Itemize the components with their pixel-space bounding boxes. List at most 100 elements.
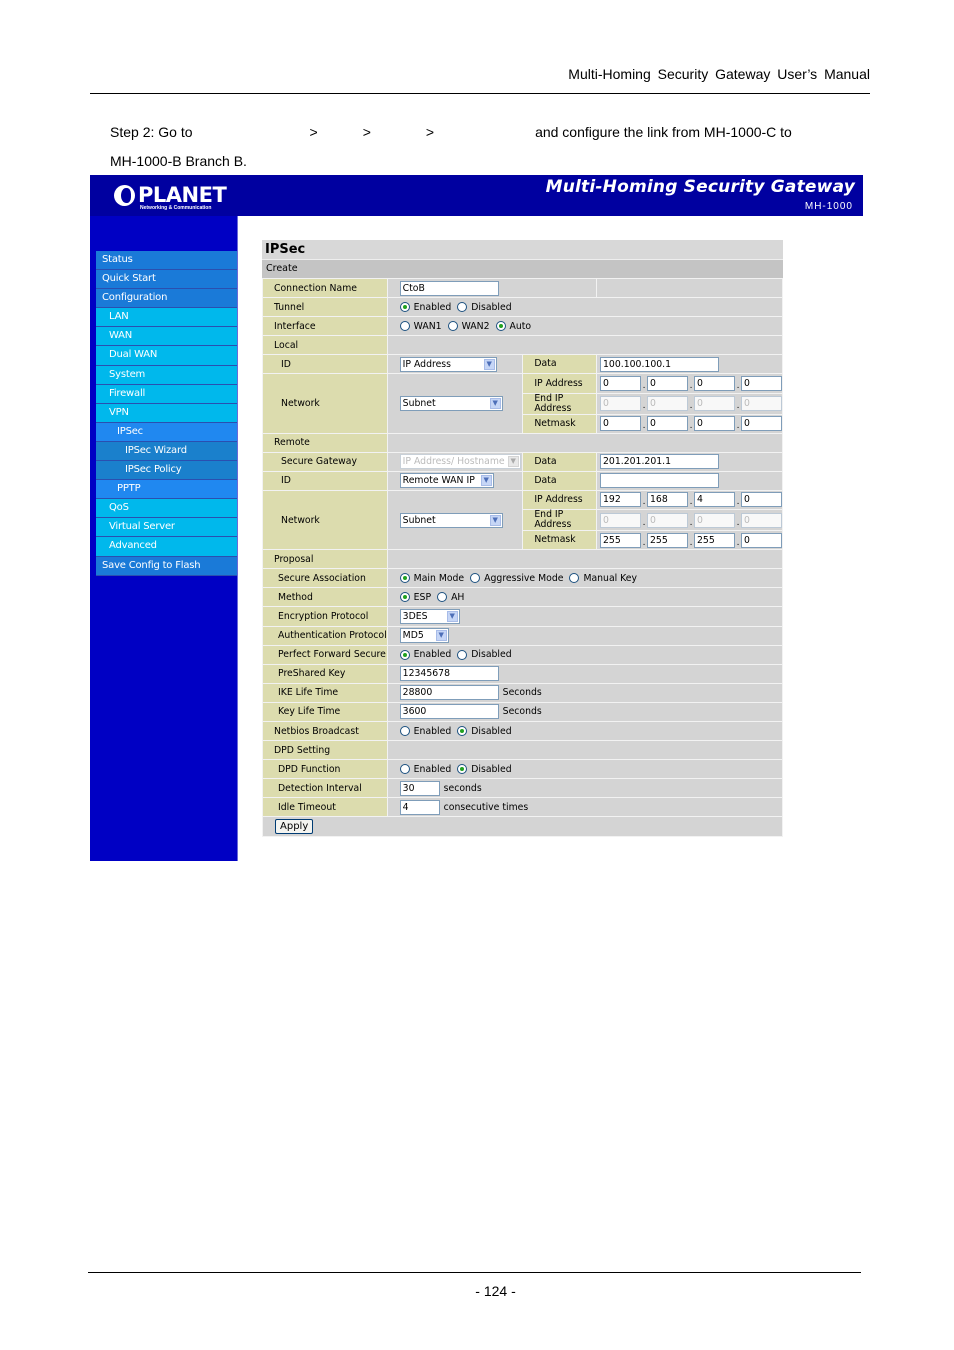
sidebar-item-vpn[interactable]: VPN bbox=[96, 403, 237, 423]
sidebar-item-ipsec[interactable]: IPSec bbox=[96, 422, 237, 442]
ip-octet-input[interactable]: 0 bbox=[694, 396, 735, 412]
ip-octet-input[interactable]: 0 bbox=[647, 396, 688, 412]
radio-option-ah[interactable]: AH bbox=[437, 592, 470, 603]
radio-option-enabled[interactable]: Enabled bbox=[399, 764, 458, 775]
radio-option-manual-key[interactable]: Manual Key bbox=[569, 573, 643, 584]
sidebar-item-wan[interactable]: WAN bbox=[96, 327, 237, 347]
radio-checked-icon[interactable] bbox=[495, 321, 506, 332]
radio-unchecked-icon[interactable] bbox=[457, 302, 468, 313]
connection-name-input[interactable]: CtoB bbox=[399, 280, 499, 296]
netbios-radio-group: Enabled Disabled bbox=[386, 720, 784, 742]
sidebar-item-ipsec-policy[interactable]: IPSec Policy bbox=[96, 461, 237, 481]
sidebar-item-advanced[interactable]: Advanced bbox=[96, 537, 237, 557]
sidebar-item-lan[interactable]: LAN bbox=[96, 308, 237, 328]
radio-unchecked-icon[interactable] bbox=[447, 321, 458, 332]
radio-checked-icon[interactable] bbox=[457, 726, 468, 737]
ip-octet-input[interactable]: 0 bbox=[600, 376, 641, 392]
idle-timeout-input[interactable]: 4 bbox=[399, 799, 440, 815]
ip-octet-input[interactable]: 0 bbox=[600, 416, 641, 432]
ip-octet-input[interactable]: 255 bbox=[647, 532, 688, 548]
ip-octet-input[interactable]: 192 bbox=[600, 492, 641, 508]
radio-checked-icon[interactable] bbox=[399, 573, 410, 584]
page-number: - 124 - bbox=[475, 1283, 516, 1299]
ip-octet-input[interactable]: 255 bbox=[694, 532, 735, 548]
section-label: Proposal bbox=[262, 549, 388, 570]
radio-option-disabled[interactable]: Disabled bbox=[457, 302, 517, 313]
ip-octet-input[interactable]: 0 bbox=[647, 512, 688, 528]
radio-unchecked-icon[interactable] bbox=[399, 321, 410, 332]
radio-option-wan2[interactable]: WAN2 bbox=[447, 321, 496, 332]
preshared-key-input[interactable]: 12345678 bbox=[399, 666, 499, 682]
radio-option-esp[interactable]: ESP bbox=[399, 591, 437, 603]
radio-unchecked-icon[interactable] bbox=[569, 573, 580, 584]
ip-octet-input[interactable]: 0 bbox=[647, 416, 688, 432]
ip-octet-input[interactable]: 0 bbox=[741, 532, 782, 548]
logo-subtext: Networking & Communication bbox=[140, 205, 212, 211]
remote-gateway-select[interactable]: IP Address/ Hostname ▼ bbox=[399, 454, 521, 470]
radio-unchecked-icon[interactable] bbox=[437, 592, 448, 603]
radio-option-enabled[interactable]: Enabled bbox=[399, 649, 458, 660]
radio-unchecked-icon[interactable] bbox=[399, 726, 410, 737]
authentication-select[interactable]: MD5 ▼ bbox=[399, 628, 449, 644]
ip-octet-input[interactable]: 0 bbox=[647, 376, 688, 392]
radio-checked-icon[interactable] bbox=[399, 649, 410, 660]
radio-option-disabled[interactable]: Disabled bbox=[457, 764, 517, 775]
encryption-select[interactable]: 3DES ▼ bbox=[399, 608, 460, 624]
radio-option-enabled[interactable]: Enabled bbox=[399, 302, 458, 313]
sidebar-item-dual-wan[interactable]: Dual WAN bbox=[96, 346, 237, 366]
radio-option-main-mode[interactable]: Main Mode bbox=[399, 573, 470, 584]
ip-octet-input[interactable]: 4 bbox=[694, 492, 735, 508]
ip-octet-input[interactable]: 0 bbox=[600, 396, 641, 412]
label: Authentication Protocol bbox=[262, 625, 388, 646]
ike-life-input[interactable]: 28800 bbox=[399, 685, 499, 701]
sidebar-item-quick-start[interactable]: Quick Start bbox=[96, 270, 237, 290]
remote-network-select[interactable]: Subnet ▼ bbox=[399, 512, 503, 528]
unit-label: seconds bbox=[443, 782, 482, 794]
remote-id-select[interactable]: Remote WAN IP ▼ bbox=[399, 473, 494, 489]
ip-octet-input[interactable]: 0 bbox=[741, 376, 782, 392]
radio-option-aggressive-mode[interactable]: Aggressive Mode bbox=[470, 573, 569, 584]
local-id-select[interactable]: IP Address ▼ bbox=[399, 356, 497, 372]
remote-gateway-data-input[interactable]: 201.201.201.1 bbox=[600, 454, 719, 470]
radio-unchecked-icon[interactable] bbox=[457, 649, 468, 660]
sidebar-item-virtual-server[interactable]: Virtual Server bbox=[96, 518, 237, 538]
radio-label: ESP bbox=[413, 591, 432, 603]
local-network-select[interactable]: Subnet ▼ bbox=[399, 396, 503, 412]
radio-checked-icon[interactable] bbox=[457, 764, 468, 775]
ip-octet-input[interactable]: 0 bbox=[741, 512, 782, 528]
sidebar-item-ipsec-wizard[interactable]: IPSec Wizard bbox=[96, 441, 237, 462]
sidebar-item-save-config-to-flash[interactable]: Save Config to Flash bbox=[96, 556, 237, 576]
ip-octet-input[interactable]: 0 bbox=[694, 512, 735, 528]
radio-option-wan1[interactable]: WAN1 bbox=[399, 321, 448, 332]
ip-octet-input[interactable]: 0 bbox=[600, 512, 641, 528]
sidebar-item-pptp[interactable]: PPTP bbox=[96, 480, 237, 500]
planet-logo: PLANET Networking & Communication bbox=[114, 183, 227, 211]
select-value: MD5 bbox=[402, 630, 424, 642]
radio-option-disabled[interactable]: Disabled bbox=[457, 649, 517, 660]
sidebar-item-system[interactable]: System bbox=[96, 365, 237, 385]
local-data-input[interactable]: 100.100.100.1 bbox=[600, 356, 719, 372]
radio-unchecked-icon[interactable] bbox=[399, 764, 410, 775]
radio-option-auto[interactable]: Auto bbox=[495, 321, 538, 332]
radio-option-enabled[interactable]: Enabled bbox=[399, 726, 458, 737]
ip-octet-input[interactable]: 168 bbox=[647, 492, 688, 508]
remote-id-data-input[interactable] bbox=[600, 473, 719, 489]
ip-octet-input[interactable]: 0 bbox=[694, 376, 735, 392]
sidebar-item-status[interactable]: Status bbox=[96, 251, 237, 271]
radio-option-disabled[interactable]: Disabled bbox=[457, 726, 517, 737]
radio-checked-icon[interactable] bbox=[399, 592, 410, 603]
sidebar-item-firewall[interactable]: Firewall bbox=[96, 384, 237, 404]
sidebar-item-configuration[interactable]: Configuration bbox=[96, 289, 237, 309]
sidebar-item-qos[interactable]: QoS bbox=[96, 499, 237, 519]
ip-octet-input[interactable]: 0 bbox=[741, 492, 782, 508]
radio-checked-icon[interactable] bbox=[399, 302, 410, 313]
radio-unchecked-icon[interactable] bbox=[470, 573, 481, 584]
ip-octet-input[interactable]: 0 bbox=[741, 396, 782, 412]
key-life-input[interactable]: 3600 bbox=[399, 704, 499, 720]
ip-octet-input[interactable]: 0 bbox=[741, 416, 782, 432]
interface-radio-group: WAN1 WAN2 Auto bbox=[386, 316, 784, 337]
ip-octet-input[interactable]: 255 bbox=[600, 532, 641, 548]
apply-button[interactable]: Apply bbox=[275, 818, 314, 834]
ip-octet-input[interactable]: 0 bbox=[694, 416, 735, 432]
detection-interval-input[interactable]: 30 bbox=[399, 780, 440, 796]
